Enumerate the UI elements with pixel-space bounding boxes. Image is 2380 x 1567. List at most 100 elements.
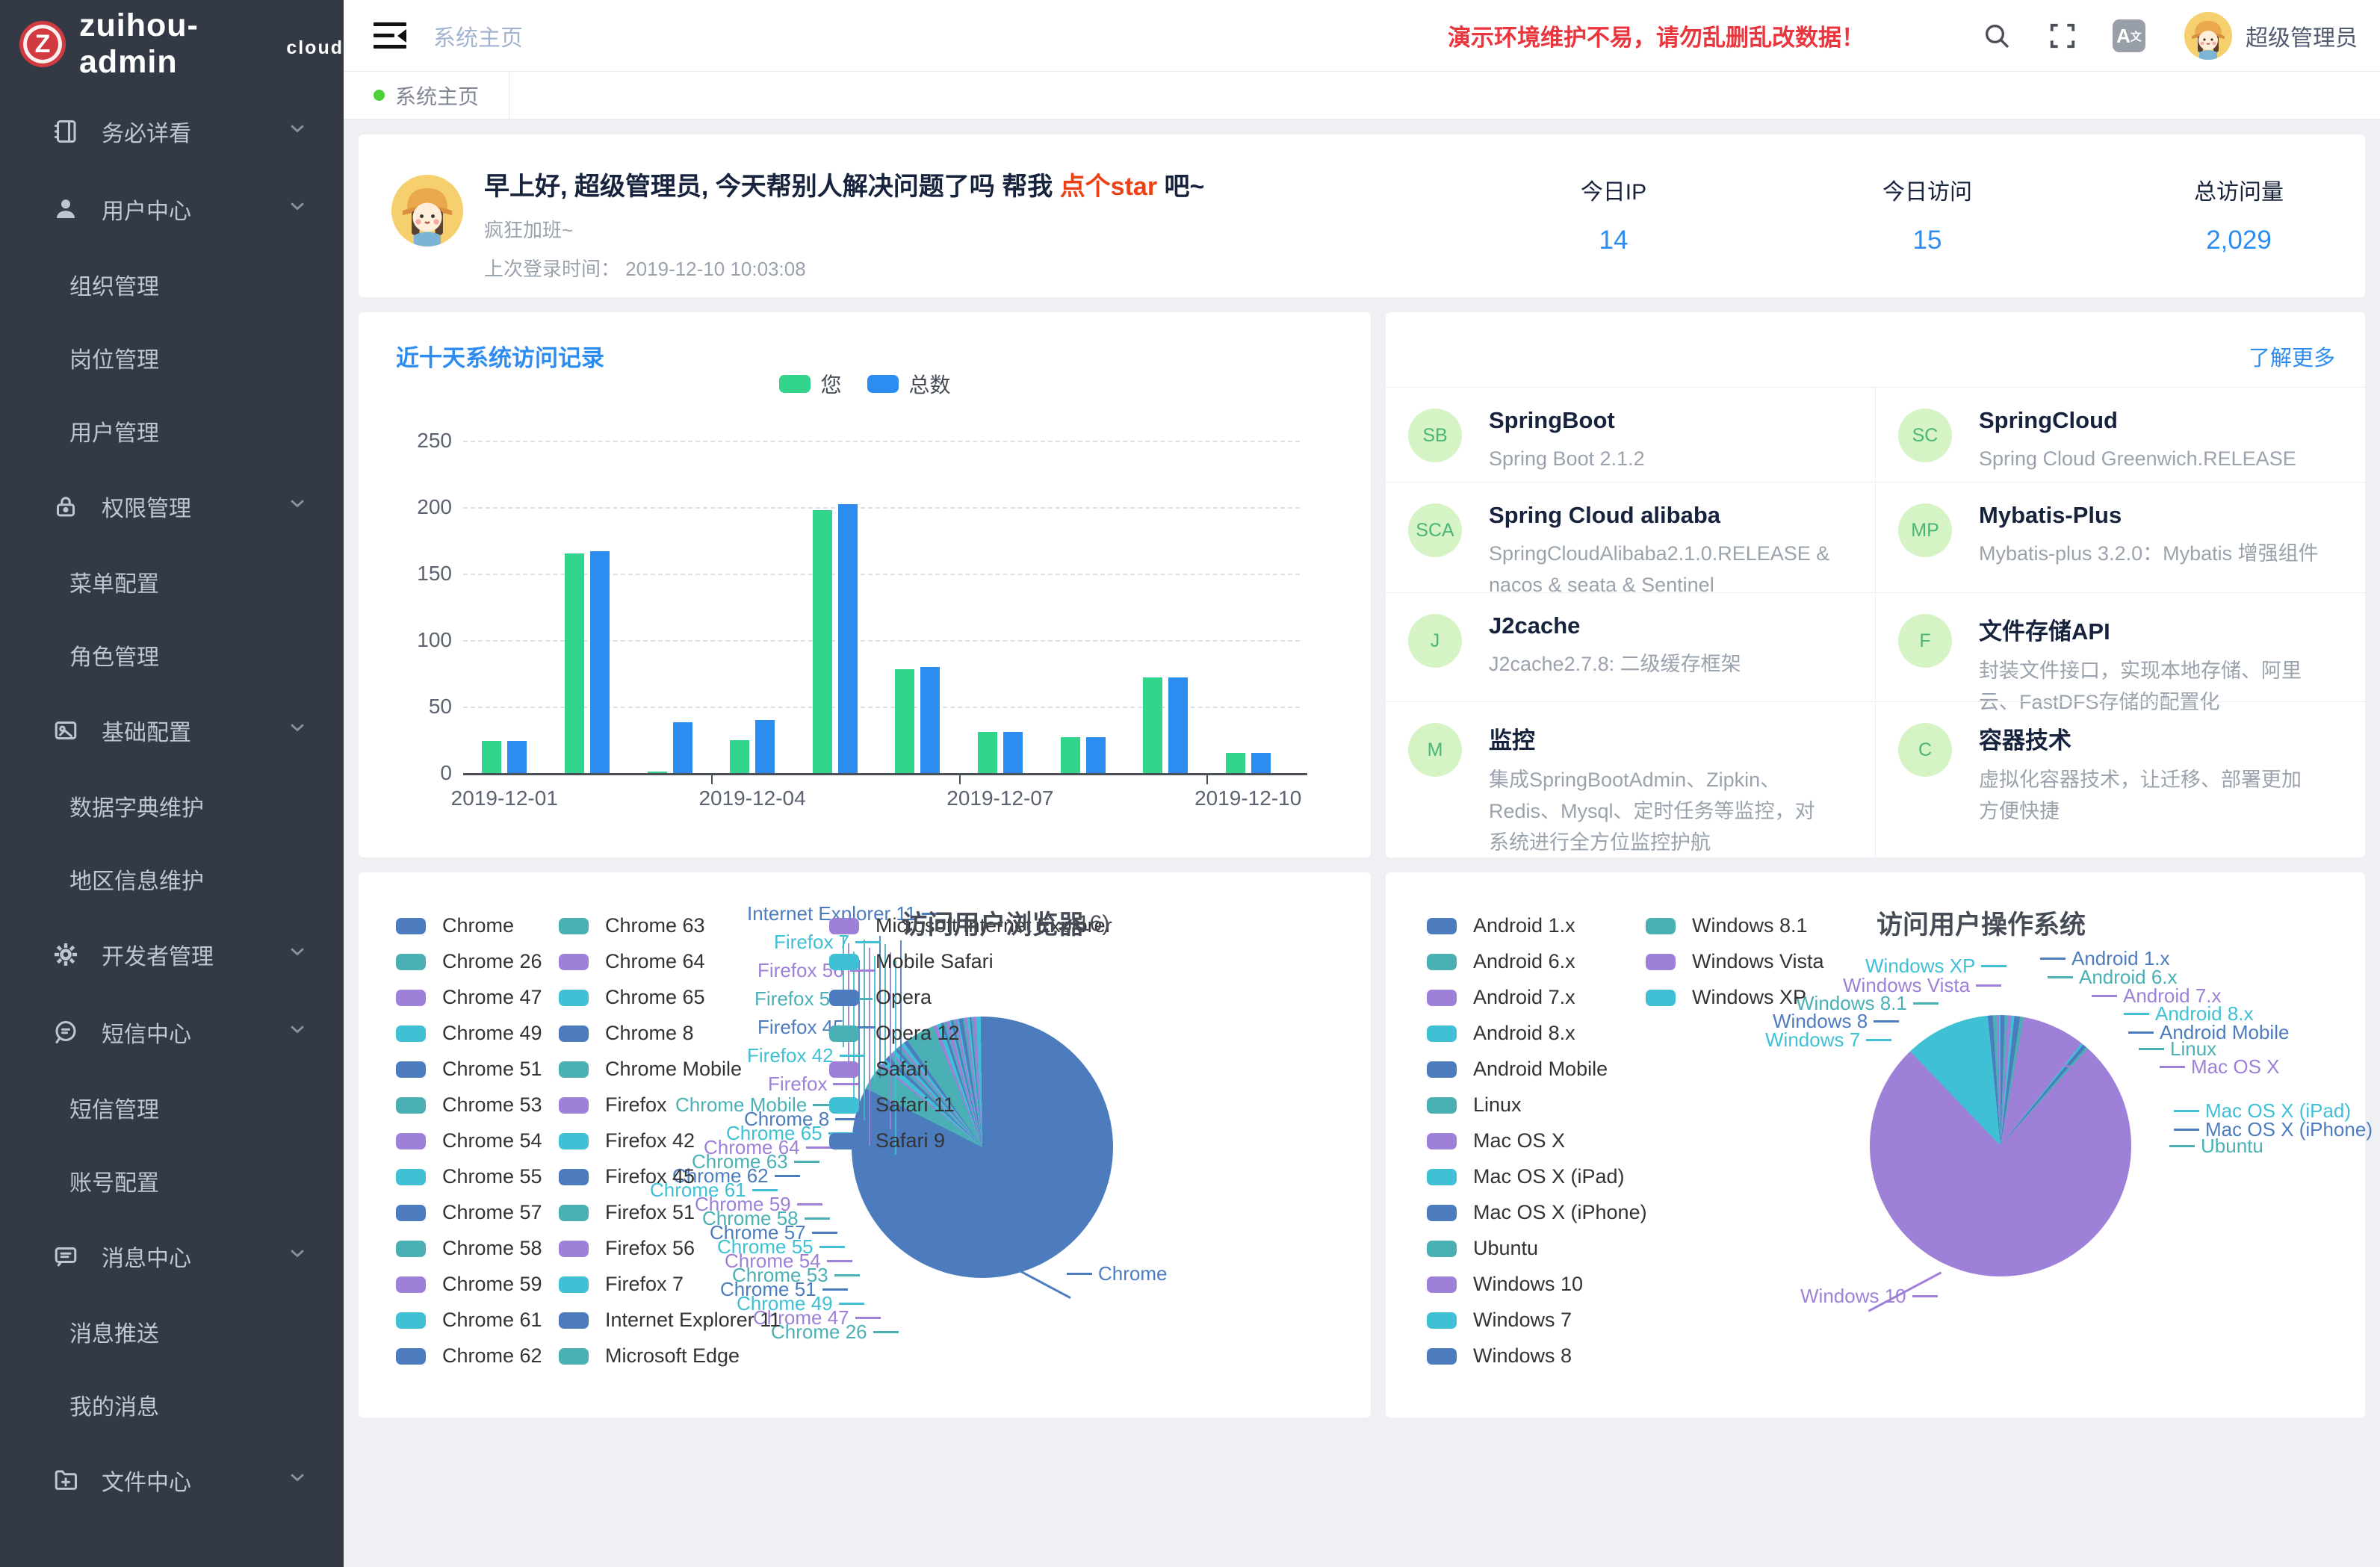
sidebar-item-权限管理[interactable]: 权限管理 — [0, 468, 344, 545]
legend-item-Firefox 45[interactable]: Firefox 45 — [559, 1165, 695, 1188]
sidebar-item-我的消息[interactable]: 我的消息 — [0, 1368, 344, 1442]
sidebar-item-开发者管理[interactable]: 开发者管理 — [0, 916, 344, 993]
legend-item-Chrome 57[interactable]: Chrome 57 — [396, 1201, 542, 1224]
legend-item-Android 8.x[interactable]: Android 8.x — [1427, 1022, 1575, 1045]
sidebar-item-地区信息维护[interactable]: 地区信息维护 — [0, 843, 344, 916]
legend-item-Windows Vista[interactable]: Windows Vista — [1646, 950, 1824, 973]
sidebar-item-label: 角色管理 — [69, 639, 159, 671]
star-link[interactable]: 点个star — [1060, 173, 1157, 201]
legend-item-Firefox 51[interactable]: Firefox 51 — [559, 1201, 695, 1224]
legend-item-Windows 8[interactable]: Windows 8 — [1427, 1344, 1572, 1368]
legend-item-Windows 8.1[interactable]: Windows 8.1 — [1646, 914, 1808, 937]
sidebar-item-基础配置[interactable]: 基础配置 — [0, 692, 344, 769]
legend-item-Chrome 63[interactable]: Chrome 63 — [559, 914, 705, 937]
legend-item-Safari 11[interactable]: Safari 11 — [829, 1093, 955, 1117]
legend-item-Android 1.x[interactable]: Android 1.x — [1427, 914, 1575, 937]
legend-item-Chrome 26[interactable]: Chrome 26 — [396, 950, 542, 973]
legend-item-Chrome 47[interactable]: Chrome 47 — [396, 986, 542, 1009]
bar-total-2019-12-06 — [920, 667, 940, 773]
legend-item-Android 6.x[interactable]: Android 6.x — [1427, 950, 1575, 973]
sidebar-item-角色管理[interactable]: 角色管理 — [0, 618, 344, 692]
legend-item-Windows 7[interactable]: Windows 7 — [1427, 1309, 1572, 1332]
language-icon[interactable]: A文 — [2113, 19, 2145, 52]
bar-you-2019-12-08 — [1061, 737, 1080, 773]
legend-label: Firefox 7 — [605, 1273, 684, 1296]
legend-item-Chrome 55[interactable]: Chrome 55 — [396, 1165, 542, 1188]
sidebar-item-消息中心[interactable]: 消息中心 — [0, 1217, 344, 1295]
current-user-name[interactable]: 超级管理员 — [2246, 19, 2358, 52]
legend-item-Opera 12[interactable]: Opera 12 — [829, 1022, 960, 1045]
pie-label-Chrome: Chrome — [1061, 1262, 1167, 1285]
legend-item-Microsoft Edge[interactable]: Microsoft Edge — [559, 1344, 740, 1368]
legend-item-Chrome 58[interactable]: Chrome 58 — [396, 1237, 542, 1260]
label-leader-line — [834, 1274, 860, 1276]
legend-item-Opera[interactable]: Opera — [829, 986, 932, 1009]
sidebar-item-短信中心[interactable]: 短信中心 — [0, 993, 344, 1071]
legend-item-Chrome 62[interactable]: Chrome 62 — [396, 1344, 542, 1368]
app-logo[interactable]: Z zuihou-admin cloud — [0, 0, 344, 88]
legend-item-Android Mobile[interactable]: Android Mobile — [1427, 1058, 1608, 1081]
label-leader-line — [840, 1055, 865, 1057]
search-icon[interactable] — [1981, 20, 2012, 52]
bar-you-2019-12-06 — [895, 669, 914, 773]
fullscreen-icon[interactable] — [2047, 20, 2078, 52]
legend-item-Android 7.x[interactable]: Android 7.x — [1427, 986, 1575, 1009]
legend-item-Mobile Safari[interactable]: Mobile Safari — [829, 950, 994, 973]
sidebar-item-数据字典维护[interactable]: 数据字典维护 — [0, 769, 344, 843]
legend-label: 您 — [820, 369, 841, 399]
legend-label: 总数 — [909, 369, 951, 399]
legend-item-Chrome 64[interactable]: Chrome 64 — [559, 950, 705, 973]
legend-item-Chrome[interactable]: Chrome — [396, 914, 514, 937]
legend-item-Firefox 56[interactable]: Firefox 56 — [559, 1237, 695, 1260]
legend-item-Chrome 49[interactable]: Chrome 49 — [396, 1022, 542, 1045]
breadcrumb[interactable]: 系统主页 — [433, 19, 523, 52]
legend-item-Chrome 59[interactable]: Chrome 59 — [396, 1273, 542, 1296]
sidebar-item-用户管理[interactable]: 用户管理 — [0, 394, 344, 468]
stat-value[interactable]: 15 — [1808, 226, 2047, 255]
legend-item-Chrome Mobile[interactable]: Chrome Mobile — [559, 1058, 742, 1081]
legend-item-总数[interactable]: 总数 — [867, 369, 951, 399]
legend-item-Firefox[interactable]: Firefox — [559, 1093, 667, 1117]
sidebar-item-岗位管理[interactable]: 岗位管理 — [0, 321, 344, 394]
legend-item-Firefox 42[interactable]: Firefox 42 — [559, 1129, 695, 1152]
sidebar-item-组织管理[interactable]: 组织管理 — [0, 248, 344, 321]
sidebar-item-用户中心[interactable]: 用户中心 — [0, 170, 344, 248]
label-leader-line — [2174, 1129, 2199, 1131]
sidebar-item-文件中心[interactable]: 文件中心 — [0, 1442, 344, 1519]
stat-value[interactable]: 2,029 — [2119, 226, 2358, 255]
bar-total-2019-12-07 — [1003, 732, 1023, 773]
legend-item-Chrome 61[interactable]: Chrome 61 — [396, 1309, 542, 1332]
tech-body: J2cacheJ2cache2.7.8: 二级缓存框架 — [1489, 609, 1764, 701]
main-content: 早上好, 超级管理员, 今天帮别人解决问题了吗 帮我 点个star 吧~ 疯狂加… — [344, 120, 2380, 1567]
sidebar-item-菜单配置[interactable]: 菜单配置 — [0, 545, 344, 618]
legend-item-Mac OS X (iPad)[interactable]: Mac OS X (iPad) — [1427, 1165, 1625, 1188]
legend-item-Chrome 53[interactable]: Chrome 53 — [396, 1093, 542, 1117]
legend-item-Chrome 51[interactable]: Chrome 51 — [396, 1058, 542, 1081]
tab-home[interactable]: 系统主页 — [344, 72, 509, 119]
sidebar-item-账号配置[interactable]: 账号配置 — [0, 1144, 344, 1217]
legend-item-Internet Explorer 11[interactable]: Internet Explorer 11 — [559, 1309, 781, 1332]
legend-item-Mac OS X (iPhone)[interactable]: Mac OS X (iPhone) — [1427, 1201, 1647, 1224]
legend-item-Chrome 54[interactable]: Chrome 54 — [396, 1129, 542, 1152]
legend-item-Linux[interactable]: Linux — [1427, 1093, 1522, 1117]
legend-item-您[interactable]: 您 — [778, 369, 841, 399]
bar-you-2019-12-01 — [482, 741, 501, 773]
legend-item-Ubuntu[interactable]: Ubuntu — [1427, 1237, 1538, 1260]
legend-item-Windows 10[interactable]: Windows 10 — [1427, 1273, 1583, 1296]
legend-item-Mac OS X[interactable]: Mac OS X — [1427, 1129, 1565, 1152]
legend-item-Firefox 7[interactable]: Firefox 7 — [559, 1273, 684, 1296]
legend-item-Safari[interactable]: Safari — [829, 1058, 929, 1081]
sidebar-item-务必详看[interactable]: 务必详看 — [0, 93, 344, 170]
sidebar-item-短信管理[interactable]: 短信管理 — [0, 1071, 344, 1144]
sidebar-item-消息推送[interactable]: 消息推送 — [0, 1295, 344, 1368]
legend-item-Chrome 8[interactable]: Chrome 8 — [559, 1022, 694, 1045]
legend-item-Chrome 65[interactable]: Chrome 65 — [559, 986, 705, 1009]
message-icon — [52, 1241, 82, 1271]
legend-item-Windows XP[interactable]: Windows XP — [1646, 986, 1806, 1009]
menu-fold-icon[interactable] — [374, 22, 406, 49]
legend-swatch — [559, 918, 589, 934]
user-avatar[interactable] — [2184, 12, 2232, 60]
learn-more-link[interactable]: 了解更多 — [2249, 341, 2335, 372]
legend-item-Safari 9[interactable]: Safari 9 — [829, 1129, 945, 1152]
stat-value[interactable]: 14 — [1494, 226, 1733, 255]
